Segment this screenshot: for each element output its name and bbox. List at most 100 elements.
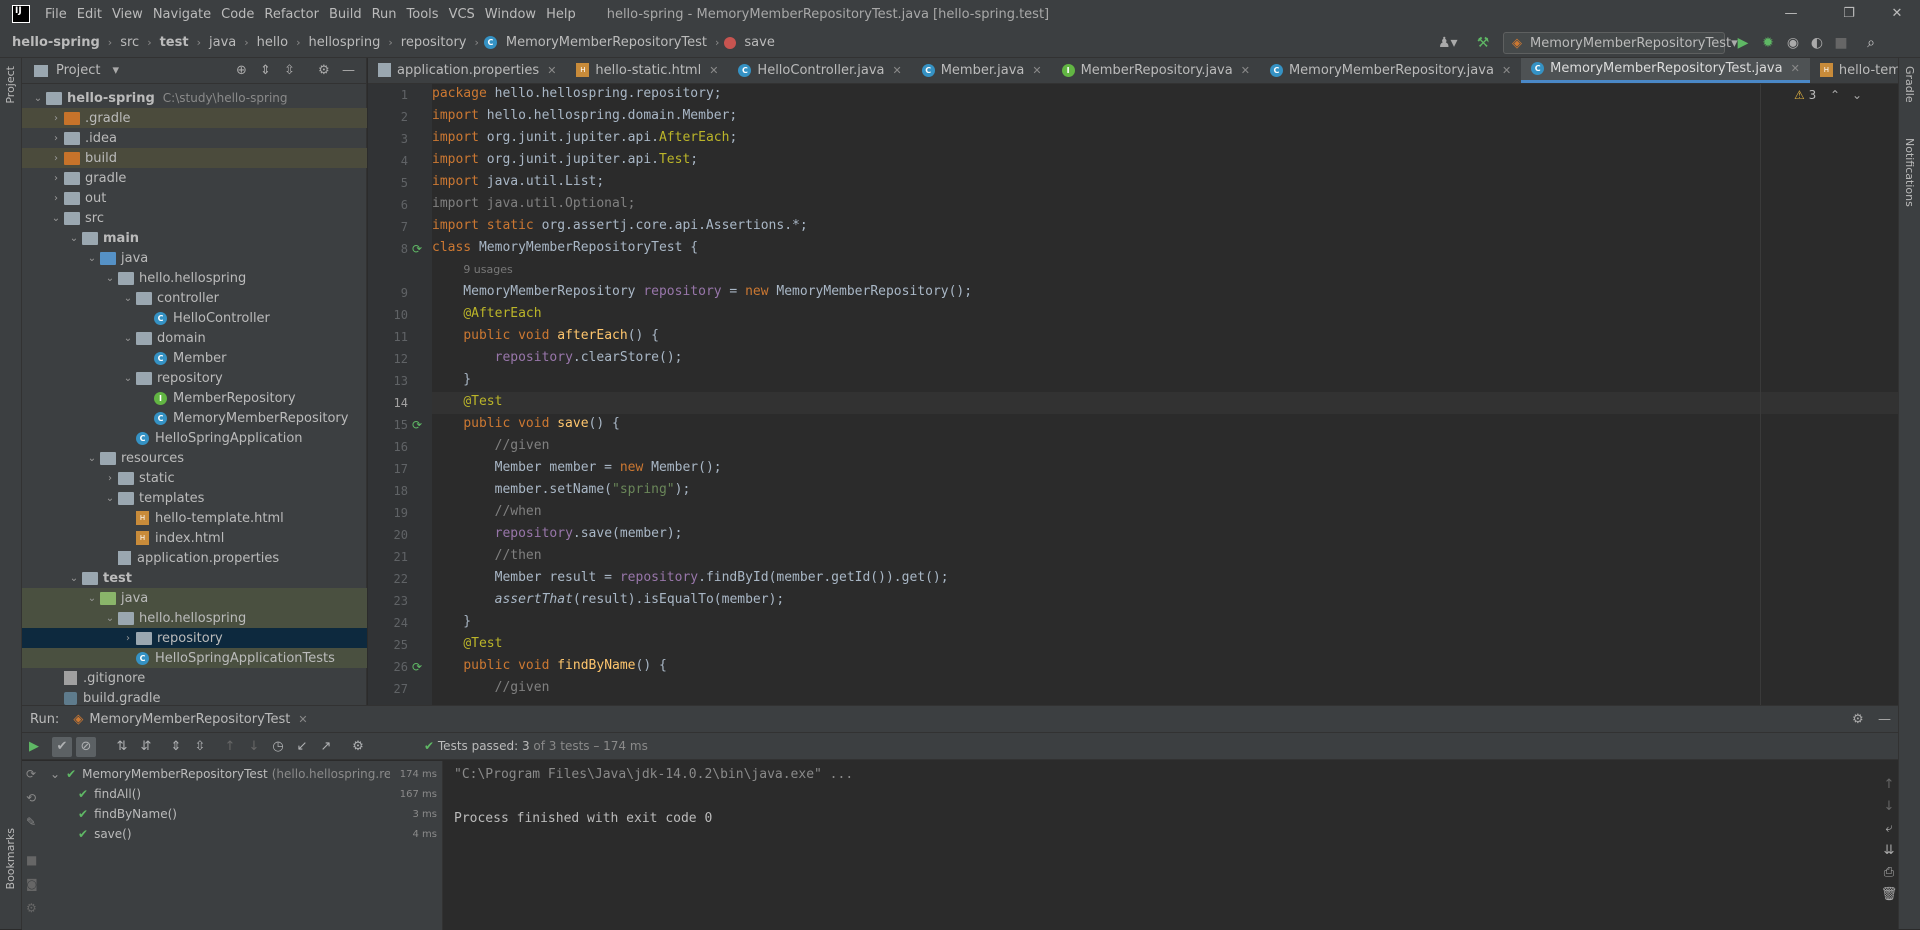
test-result-item[interactable]: ✔ findAll() 167 ms (44, 784, 443, 804)
stop-icon[interactable]: ■ (26, 853, 37, 867)
tree-item[interactable]: C HelloSpringApplication (22, 428, 367, 448)
menu-build[interactable]: Build (324, 7, 367, 22)
editor-tab[interactable]: C MemoryMemberRepository.java ✕ (1260, 58, 1521, 83)
hide-icon[interactable]: — (1878, 712, 1891, 727)
chevron-down-icon[interactable]: ⌄ (1852, 88, 1862, 102)
show-passed-icon[interactable]: ✔ (52, 737, 72, 757)
chevron-right-icon[interactable]: › (120, 633, 136, 644)
close-tab-icon[interactable]: ✕ (1791, 62, 1800, 75)
tree-item[interactable]: C MemoryMemberRepository (22, 408, 367, 428)
tree-item[interactable]: Hhello-template.html (22, 508, 367, 528)
chevron-down-icon[interactable]: ⌄ (84, 253, 100, 264)
code-editor[interactable]: 1 2 3 4 5 6 7 8 ⟳ 9 10 11 12 13 14 15 ⟳ 16 17 18 19 20 21 22 23 2… (368, 84, 1898, 705)
tree-item[interactable]: › build (22, 148, 367, 168)
tree-item[interactable]: ⌄ hello.hellospring (22, 608, 367, 628)
up-icon[interactable]: ↑ (1880, 774, 1898, 796)
close-tab-icon[interactable]: ✕ (547, 64, 556, 77)
user-icon[interactable]: ♟▾ (1438, 34, 1458, 52)
expand-all-icon[interactable]: ⇕ (260, 63, 271, 78)
sort-alpha-icon[interactable]: ⇅ (112, 737, 132, 757)
expand-all-icon[interactable]: ⇕ (166, 737, 186, 757)
breadcrumb-item[interactable]: repository (398, 35, 470, 50)
chevron-down-icon[interactable]: ⌄ (84, 593, 100, 604)
tree-item[interactable]: ⌄ java (22, 588, 367, 608)
menu-window[interactable]: Window (480, 7, 541, 22)
menu-vcs[interactable]: VCS (444, 7, 480, 22)
menu-view[interactable]: View (107, 7, 148, 22)
menu-navigate[interactable]: Navigate (148, 7, 216, 22)
chevron-down-icon[interactable]: ⌄ (120, 373, 136, 384)
layout-icon[interactable]: ⚙ (26, 901, 37, 915)
rerun-icon[interactable]: ▶ (24, 737, 44, 757)
toggle-auto-test-icon[interactable]: ⟲ (26, 791, 36, 805)
breadcrumb-item[interactable]: save (741, 35, 777, 50)
chevron-down-icon[interactable]: ⌄ (84, 453, 100, 464)
tree-item[interactable]: C Member (22, 348, 367, 368)
gear-icon[interactable]: ⚙ (1852, 712, 1864, 727)
tree-item[interactable]: › repository (22, 628, 367, 648)
editor-tab[interactable]: I MemberRepository.java ✕ (1052, 58, 1260, 83)
run-icon[interactable]: ▶ (1734, 34, 1752, 52)
chevron-up-icon[interactable]: ⌃ (1830, 88, 1840, 102)
collapse-all-icon[interactable]: ⇳ (190, 737, 210, 757)
scroll-end-icon[interactable]: ⇊ (1880, 840, 1898, 862)
tree-item[interactable]: ⌄ src (22, 208, 367, 228)
close-tab-icon[interactable]: ✕ (298, 713, 307, 726)
collapse-all-icon[interactable]: ⇳ (284, 63, 295, 78)
project-tool-button[interactable]: Project (4, 66, 17, 104)
chevron-right-icon[interactable]: › (48, 193, 64, 204)
tree-item[interactable]: ⌄ main (22, 228, 367, 248)
menu-tools[interactable]: Tools (402, 7, 444, 22)
sort-duration-icon[interactable]: ⇵ (136, 737, 156, 757)
stop-icon[interactable]: ■ (1832, 34, 1850, 52)
tree-item[interactable]: C HelloController (22, 308, 367, 328)
close-tab-icon[interactable]: ✕ (709, 64, 718, 77)
breadcrumb-item[interactable]: test (157, 35, 192, 50)
tree-item[interactable]: ⌄ java (22, 248, 367, 268)
test-result-item[interactable]: ✔ save() 4 ms (44, 824, 443, 844)
gradle-tool-button[interactable]: Gradle (1903, 66, 1916, 103)
chevron-down-icon[interactable]: ⌄ (102, 493, 118, 504)
chevron-down-icon[interactable]: ⌄ (120, 333, 136, 344)
editor-tab[interactable]: C Member.java ✕ (912, 58, 1052, 83)
maximize-button[interactable]: ❐ (1826, 0, 1872, 28)
profile-icon[interactable]: ◐ (1808, 34, 1826, 52)
tree-item[interactable]: application.properties (22, 548, 367, 568)
breadcrumb-item[interactable]: hello (254, 35, 291, 50)
chevron-down-icon[interactable]: ⌄ (102, 613, 118, 624)
test-result-item[interactable]: ⌄ ✔ MemoryMemberRepositoryTest (hello.hello… (44, 764, 443, 784)
run-test-gutter-icon[interactable]: ⟳ (412, 660, 422, 674)
show-ignored-icon[interactable]: ⊘ (76, 737, 96, 757)
chevron-down-icon[interactable]: ⌄ (30, 93, 46, 104)
editor-tab[interactable]: Hhello-template.html✕ (1810, 58, 1898, 83)
minimize-button[interactable]: — (1768, 0, 1814, 28)
tree-item[interactable]: › out (22, 188, 367, 208)
chevron-right-icon[interactable]: › (48, 113, 64, 124)
tree-item[interactable]: I MemberRepository (22, 388, 367, 408)
project-panel-title[interactable]: Project (56, 63, 100, 78)
chevron-down-icon[interactable]: ⌄ (48, 213, 64, 224)
tree-item[interactable]: ⌄ hello-spring C:\study\hello-spring (22, 88, 367, 108)
chevron-down-icon[interactable]: ⌄ (102, 273, 118, 284)
menu-code[interactable]: Code (216, 7, 259, 22)
close-tab-icon[interactable]: ✕ (893, 64, 902, 77)
breadcrumb-item[interactable]: src (117, 35, 142, 50)
menu-help[interactable]: Help (541, 7, 581, 22)
rerun-failed-icon[interactable]: ⟳ (26, 767, 36, 781)
import-icon[interactable]: ↙ (292, 737, 312, 757)
chevron-down-icon[interactable]: ⌄ (66, 573, 82, 584)
editor-tab[interactable]: C HelloController.java ✕ (728, 58, 911, 83)
menu-refactor[interactable]: Refactor (259, 7, 324, 22)
menu-file[interactable]: File (40, 7, 72, 22)
close-tab-icon[interactable]: ✕ (1502, 64, 1511, 77)
tree-item[interactable]: › .idea (22, 128, 367, 148)
close-tab-icon[interactable]: ✕ (1032, 64, 1041, 77)
print-icon[interactable]: ⎙ (1880, 862, 1898, 884)
camera-icon[interactable]: ◙ (26, 877, 38, 891)
tree-item[interactable]: C HelloSpringApplicationTests (22, 648, 367, 668)
menu-edit[interactable]: Edit (72, 7, 107, 22)
chevron-down-icon[interactable]: ▾ (112, 63, 119, 78)
chevron-right-icon[interactable]: › (48, 153, 64, 164)
tree-item[interactable]: ⌄ resources (22, 448, 367, 468)
tree-item[interactable]: ⌄ templates (22, 488, 367, 508)
